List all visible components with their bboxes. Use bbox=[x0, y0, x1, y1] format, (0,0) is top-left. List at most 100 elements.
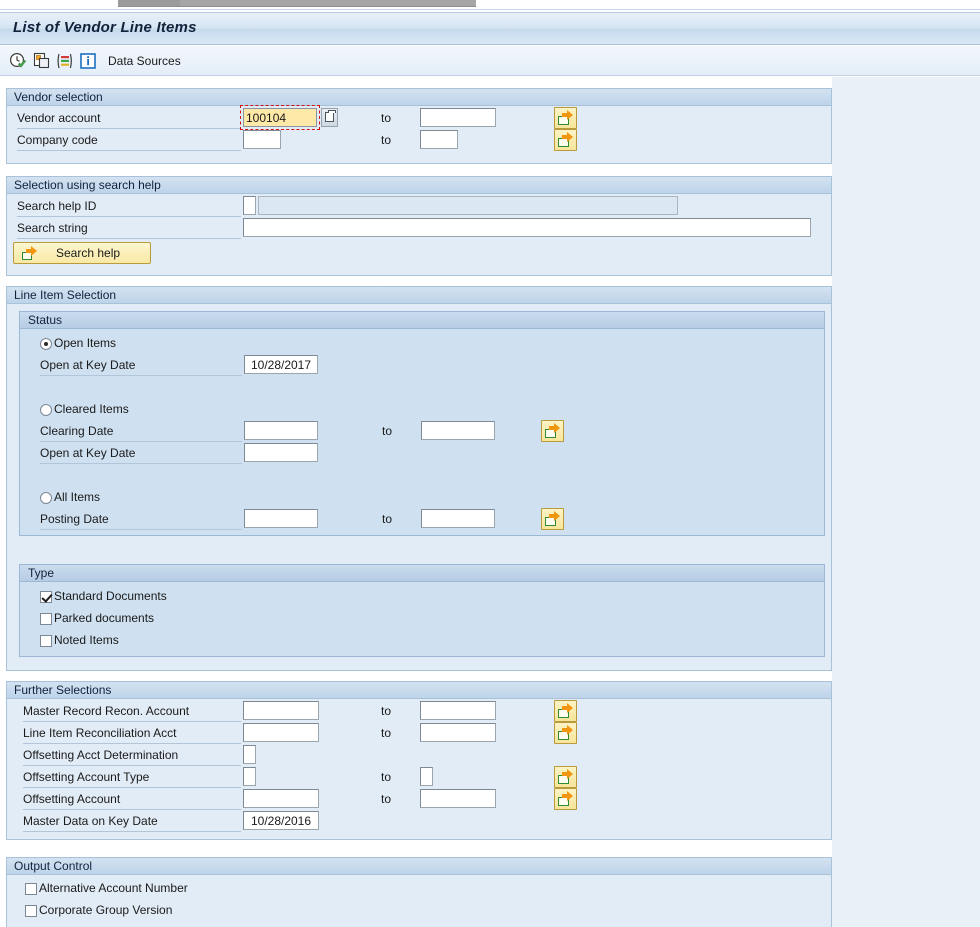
cleared-items-radio[interactable] bbox=[40, 404, 52, 416]
vendor-selection-body: Vendor account to Company code to bbox=[7, 105, 831, 164]
offsetting-account-type-to-input[interactable] bbox=[420, 767, 433, 786]
offsetting-account-type-multiselect-button[interactable] bbox=[554, 766, 577, 788]
application-toolbar: Data Sources bbox=[0, 46, 980, 76]
search-help-body: Search help ID Search string Search help bbox=[7, 194, 831, 276]
company-code-from-input[interactable] bbox=[243, 130, 281, 149]
noted-items-checkbox[interactable] bbox=[40, 635, 52, 647]
open-key-date-leader bbox=[40, 375, 242, 376]
posting-date-from-input[interactable] bbox=[244, 509, 318, 528]
parked-documents-label: Parked documents bbox=[54, 611, 155, 625]
search-help-button[interactable]: Search help bbox=[13, 242, 151, 264]
master-record-recon-account-to-input[interactable] bbox=[420, 701, 496, 720]
offsetting-account-from-input[interactable] bbox=[243, 789, 319, 808]
vendor-account-from-input[interactable] bbox=[243, 108, 317, 127]
parked-documents-checkbox[interactable] bbox=[40, 613, 52, 625]
line-item-selection-panel: Line Item Selection Status Open Items Op… bbox=[6, 286, 832, 671]
clearing-date-multiselect-button[interactable] bbox=[541, 420, 564, 442]
variants-icon[interactable] bbox=[56, 52, 74, 70]
data-sources-label[interactable]: Data Sources bbox=[108, 54, 181, 68]
open-items-label: Open Items bbox=[54, 336, 117, 350]
offsetting-account-leader bbox=[23, 809, 241, 810]
clearing-date-leader bbox=[40, 441, 242, 442]
search-help-description-field bbox=[258, 196, 678, 215]
offsetting-account-type-from-input[interactable] bbox=[243, 767, 256, 786]
line-item-reconciliation-acct-multiselect-button[interactable] bbox=[554, 722, 577, 744]
type-header: Type bbox=[20, 565, 824, 582]
offsetting-account-to-input[interactable] bbox=[420, 789, 496, 808]
posting-date-to-input[interactable] bbox=[421, 509, 495, 528]
master-data-on-key-date-label: Master Data on Key Date bbox=[23, 814, 158, 828]
vendor-account-to-input[interactable] bbox=[420, 108, 496, 127]
line-item-reconciliation-acct-label: Line Item Reconciliation Acct bbox=[23, 726, 177, 740]
execute-icon[interactable] bbox=[9, 52, 27, 70]
vendor-account-multiselect-button[interactable] bbox=[554, 107, 577, 129]
line-item-selection-body: Status Open Items Open at Key Date Clear… bbox=[7, 304, 831, 671]
line-item-reconciliation-acct-leader bbox=[23, 743, 241, 744]
matchcode-icon bbox=[325, 110, 336, 122]
search-help-id-label: Search help ID bbox=[17, 199, 97, 213]
company-code-to-label: to bbox=[381, 133, 392, 147]
vendor-account-matchcode-button[interactable] bbox=[321, 108, 338, 127]
title-bar: List of Vendor Line Items bbox=[0, 12, 980, 45]
clearing-date-from-input[interactable] bbox=[244, 421, 318, 440]
open-at-key-date-input[interactable] bbox=[244, 355, 318, 374]
open-items-radio[interactable] bbox=[40, 338, 52, 350]
search-help-panel: Selection using search help Search help … bbox=[6, 176, 832, 276]
output-control-panel: Output Control Alternative Account Numbe… bbox=[6, 857, 832, 927]
standard-documents-checkbox[interactable] bbox=[40, 591, 52, 603]
corporate-group-version-checkbox[interactable] bbox=[25, 905, 37, 917]
clearing-date-to-input[interactable] bbox=[421, 421, 495, 440]
search-help-button-label: Search help bbox=[56, 246, 121, 260]
master-record-recon-account-to-label: to bbox=[381, 704, 392, 718]
partial-toolbar-right bbox=[180, 0, 476, 7]
master-record-recon-account-label: Master Record Recon. Account bbox=[23, 704, 190, 718]
line-item-reconciliation-acct-from-input[interactable] bbox=[243, 723, 319, 742]
offsetting-acct-determination-leader bbox=[23, 765, 241, 766]
offsetting-acct-determination-label: Offsetting Acct Determination bbox=[23, 748, 179, 762]
status-header: Status bbox=[20, 312, 824, 329]
line-item-reconciliation-acct-to-input[interactable] bbox=[420, 723, 496, 742]
offsetting-acct-determination-input[interactable] bbox=[243, 745, 256, 764]
offsetting-account-type-to-label: to bbox=[381, 770, 392, 784]
posting-date-to-label: to bbox=[382, 512, 393, 526]
posting-date-leader bbox=[40, 529, 242, 530]
cleared-items-label: Cleared Items bbox=[54, 402, 129, 416]
copy-icon[interactable] bbox=[33, 52, 51, 70]
vendor-account-label: Vendor account bbox=[17, 111, 101, 125]
output-control-body: Alternative Account Number Corporate Gro… bbox=[7, 875, 831, 927]
master-data-on-key-date-leader bbox=[23, 831, 241, 832]
vendor-selection-panel: Vendor selection Vendor account to Compa… bbox=[6, 88, 832, 164]
noted-items-label: Noted Items bbox=[54, 633, 119, 647]
master-record-recon-account-leader bbox=[23, 721, 241, 722]
all-items-radio[interactable] bbox=[40, 492, 52, 504]
vendor-account-leader bbox=[17, 128, 241, 129]
search-string-leader bbox=[17, 238, 241, 239]
alternative-account-number-checkbox[interactable] bbox=[25, 883, 37, 895]
master-record-recon-account-multiselect-button[interactable] bbox=[554, 700, 577, 722]
company-code-to-input[interactable] bbox=[420, 130, 458, 149]
type-subpanel: Type Standard Documents Parked documents… bbox=[19, 564, 825, 657]
top-divider bbox=[0, 9, 980, 10]
clearing-date-to-label: to bbox=[382, 424, 393, 438]
offsetting-account-to-label: to bbox=[381, 792, 392, 806]
posting-date-multiselect-button[interactable] bbox=[541, 508, 564, 530]
company-code-leader bbox=[17, 150, 241, 151]
search-help-id-input[interactable] bbox=[243, 196, 256, 215]
master-record-recon-account-from-input[interactable] bbox=[243, 701, 319, 720]
cleared-open-at-key-date-input[interactable] bbox=[244, 443, 318, 462]
info-icon[interactable] bbox=[79, 52, 97, 70]
line-item-reconciliation-acct-to-label: to bbox=[381, 726, 392, 740]
offsetting-account-multiselect-button[interactable] bbox=[554, 788, 577, 810]
posting-date-label: Posting Date bbox=[40, 512, 109, 526]
master-data-on-key-date-input[interactable] bbox=[243, 811, 319, 830]
open-key-date-label: Open at Key Date bbox=[40, 358, 136, 372]
type-body: Standard Documents Parked documents Note… bbox=[20, 582, 824, 656]
partial-toolbar-left bbox=[118, 0, 180, 7]
top-strip bbox=[0, 0, 980, 12]
search-string-input[interactable] bbox=[243, 218, 811, 237]
page-title: List of Vendor Line Items bbox=[13, 19, 197, 36]
offsetting-account-type-label: Offsetting Account Type bbox=[23, 770, 150, 784]
offsetting-account-type-leader bbox=[23, 787, 241, 788]
company-code-multiselect-button[interactable] bbox=[554, 129, 577, 151]
line-item-selection-header: Line Item Selection bbox=[7, 287, 831, 304]
